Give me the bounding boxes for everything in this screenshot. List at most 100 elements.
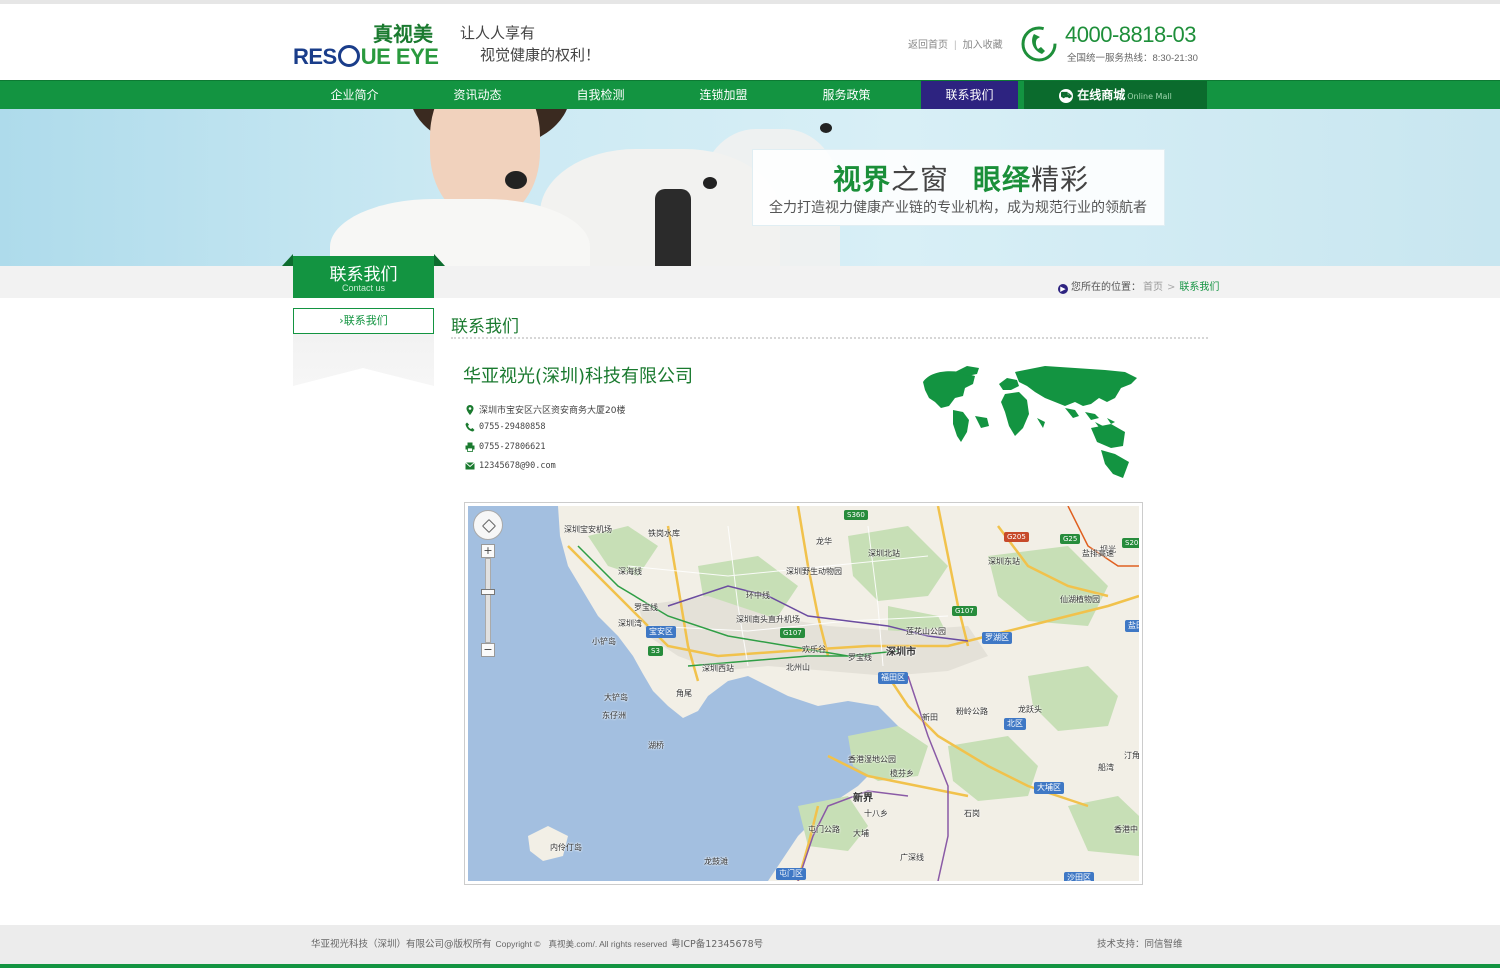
map-zoom-slider[interactable] — [485, 558, 491, 643]
map-district-luohu: 罗湖区 — [982, 632, 1012, 644]
map-label-airport1: 深圳宝安机场 — [564, 525, 612, 534]
map-zoom-in-button[interactable]: + — [481, 544, 495, 558]
map-label-zoo: 深圳野生动物园 — [786, 567, 842, 576]
map-label-xintian: 新田 — [922, 713, 938, 722]
map-label-east-station: 深圳东站 — [988, 557, 1020, 566]
sidebar-item-contact[interactable]: ›联系我们 — [293, 308, 434, 334]
banner-tie — [655, 189, 691, 266]
headset-mic-icon-3 — [820, 123, 832, 133]
page-title: 联系我们 — [451, 317, 519, 337]
map-zoom-out-button[interactable]: − — [481, 643, 495, 657]
map-label-longyuetou: 龙跃头 — [1018, 705, 1042, 714]
nav-item-about[interactable]: 企业简介 — [293, 81, 416, 109]
logo[interactable]: 真视美 RES UE EYE — [293, 18, 453, 78]
map-label-longgu: 龙鼓滩 — [704, 857, 728, 866]
map-district-dapu: 大埔区 — [1034, 782, 1064, 794]
map-district-shatian: 沙田区 — [1064, 872, 1094, 881]
location-pin-icon — [466, 404, 474, 415]
map-district-beiqu: 北区 — [1004, 718, 1026, 730]
favorite-link[interactable]: 加入收藏 — [963, 40, 1003, 51]
map-label-north-station: 深圳北站 — [868, 549, 900, 558]
banner: 视界之窗 眼绎精彩 全力打造视力健康产业链的专业机构，成为规范行业的领航者 — [0, 109, 1500, 266]
nav-item-contact[interactable]: 联系我们 — [921, 81, 1018, 109]
map-label-chuanwan: 船湾 — [1098, 763, 1114, 772]
banner-subtitle: 全力打造视力健康产业链的专业机构，成为规范行业的领航者 — [769, 200, 1147, 216]
icp-link[interactable]: 粤ICP备12345678号 — [671, 939, 763, 950]
slogan: 让人人享有 视觉健康的权利！ — [460, 24, 601, 64]
logo-cn: 真视美 — [373, 22, 433, 46]
map-label-shenzhen: 深圳市 — [886, 647, 916, 658]
map-district-tunmen: 屯门区 — [776, 868, 806, 880]
map-shield-s3: S3 — [648, 646, 663, 656]
nav-item-news[interactable]: 资讯动态 — [416, 81, 539, 109]
map-label-xinjie: 新界 — [853, 793, 873, 804]
map-label-huqiao: 湖桥 — [648, 741, 664, 750]
map-label-luobao: 罗宝线 — [634, 603, 658, 612]
footer-tech-support[interactable]: 技术支持：同信智维 — [1097, 936, 1183, 950]
nav-item-selftest[interactable]: 自我检测 — [539, 81, 662, 109]
map-shield-s20: S20 — [1122, 538, 1139, 548]
map-district-yantian: 盐田 — [1125, 620, 1139, 632]
top-links: 返回首页 | 加入收藏 — [908, 40, 1003, 51]
map-label-luobao-2: 罗宝线 — [848, 653, 872, 662]
email-text[interactable]: 12345678@90.com — [479, 461, 556, 471]
sidebar-title: 联系我们 Contact us — [293, 256, 434, 298]
map-label-xiaochan: 小铲岛 — [592, 637, 616, 646]
cart-icon: ⛟ — [1059, 88, 1074, 103]
logo-en: RES UE EYE — [293, 44, 439, 69]
map-label-shenhai: 深海线 — [618, 567, 642, 576]
printer-icon — [465, 442, 475, 452]
map-label-dongjiao: 东仔洲 — [602, 711, 626, 720]
location-icon: ▶ — [1058, 284, 1068, 294]
map-district-futian: 福田区 — [878, 672, 908, 684]
map-label-neiling: 内伶仃岛 — [550, 843, 582, 852]
sidebar-decoration-cut — [293, 368, 434, 386]
breadcrumb-current: 联系我们 — [1179, 282, 1220, 293]
map-canvas[interactable]: + − 深圳宝安机场 铁岗水库 深圳北站 深圳野生动物园 深圳东站 仙湖植物园 … — [468, 506, 1139, 881]
location-map[interactable]: + − 深圳宝安机场 铁岗水库 深圳北站 深圳野生动物园 深圳东站 仙湖植物园 … — [464, 502, 1143, 885]
map-pan-control[interactable] — [473, 510, 503, 540]
map-label-reservoir: 铁岗水库 — [648, 529, 680, 538]
tab-fold-right — [434, 254, 445, 266]
online-mall-button[interactable]: ⛟ 在线商城 Online Mall — [1024, 81, 1207, 109]
map-shield-g205: G205 — [1004, 532, 1029, 542]
banner-title: 视界之窗 眼绎精彩 — [833, 163, 1090, 196]
map-label-fenlin: 粉岭公路 — [956, 707, 988, 716]
map-label-shenxi: 深圳湾 — [618, 619, 642, 628]
phone-icon — [1021, 26, 1057, 62]
home-link[interactable]: 返回首页 — [908, 40, 948, 51]
map-label-airport2: 深圳南头直升机场 — [736, 615, 800, 624]
address-line: 深圳市宝安区六区资安商务大厦20楼 — [465, 403, 625, 416]
nav-item-franchise[interactable]: 连锁加盟 — [662, 81, 785, 109]
breadcrumb-home[interactable]: 首页 — [1143, 282, 1163, 293]
fax-text: 0755-27806621 — [479, 442, 546, 452]
map-terrain — [528, 506, 1139, 881]
tel-text: 0755-29480858 — [479, 422, 546, 432]
map-label-yanpai: 盐排高速 — [1082, 549, 1114, 558]
envelope-icon — [465, 462, 475, 470]
map-label-dapu: 大埔 — [853, 829, 869, 838]
hotline-hours: 全国统一服务热线：8:30-21:30 — [1067, 53, 1198, 64]
tab-fold-left — [282, 254, 293, 266]
map-label-dachan: 大铲岛 — [604, 693, 628, 702]
header: 真视美 RES UE EYE 让人人享有 视觉健康的权利！ 返回首页 | 加入收藏 4… — [0, 4, 1500, 80]
address-text: 深圳市宝安区六区资安商务大厦20楼 — [479, 406, 626, 416]
map-label-lianhua: 莲花山公园 — [906, 627, 946, 636]
map-label-guangshen: 广深线 — [900, 853, 924, 862]
map-label-yucai: 榄芬乡 — [890, 769, 914, 778]
map-label-shiba: 十八乡 — [864, 809, 888, 818]
map-label-hk: 香港中 — [1114, 825, 1138, 834]
headset-mic-icon-2 — [703, 177, 717, 189]
map-zoom-handle[interactable] — [481, 589, 495, 595]
email-line: 12345678@90.com — [465, 461, 556, 471]
main-nav: 企业简介 资讯动态 自我检测 连锁加盟 服务政策 联系我们 ⛟ 在线商城 Onlin… — [0, 80, 1500, 109]
phone-icon-small — [465, 422, 475, 432]
map-label-tunmen-road: 屯门公路 — [808, 825, 840, 834]
nav-item-service[interactable]: 服务政策 — [785, 81, 908, 109]
map-label-wetland: 香港湿地公园 — [848, 755, 896, 764]
tel-line: 0755-29480858 — [465, 422, 546, 432]
map-shield-g107b: G107 — [952, 606, 977, 616]
map-shield-g25: G25 — [1060, 534, 1081, 544]
map-label-beishan: 北州山 — [786, 663, 810, 672]
footer-bottom-line — [0, 964, 1500, 968]
